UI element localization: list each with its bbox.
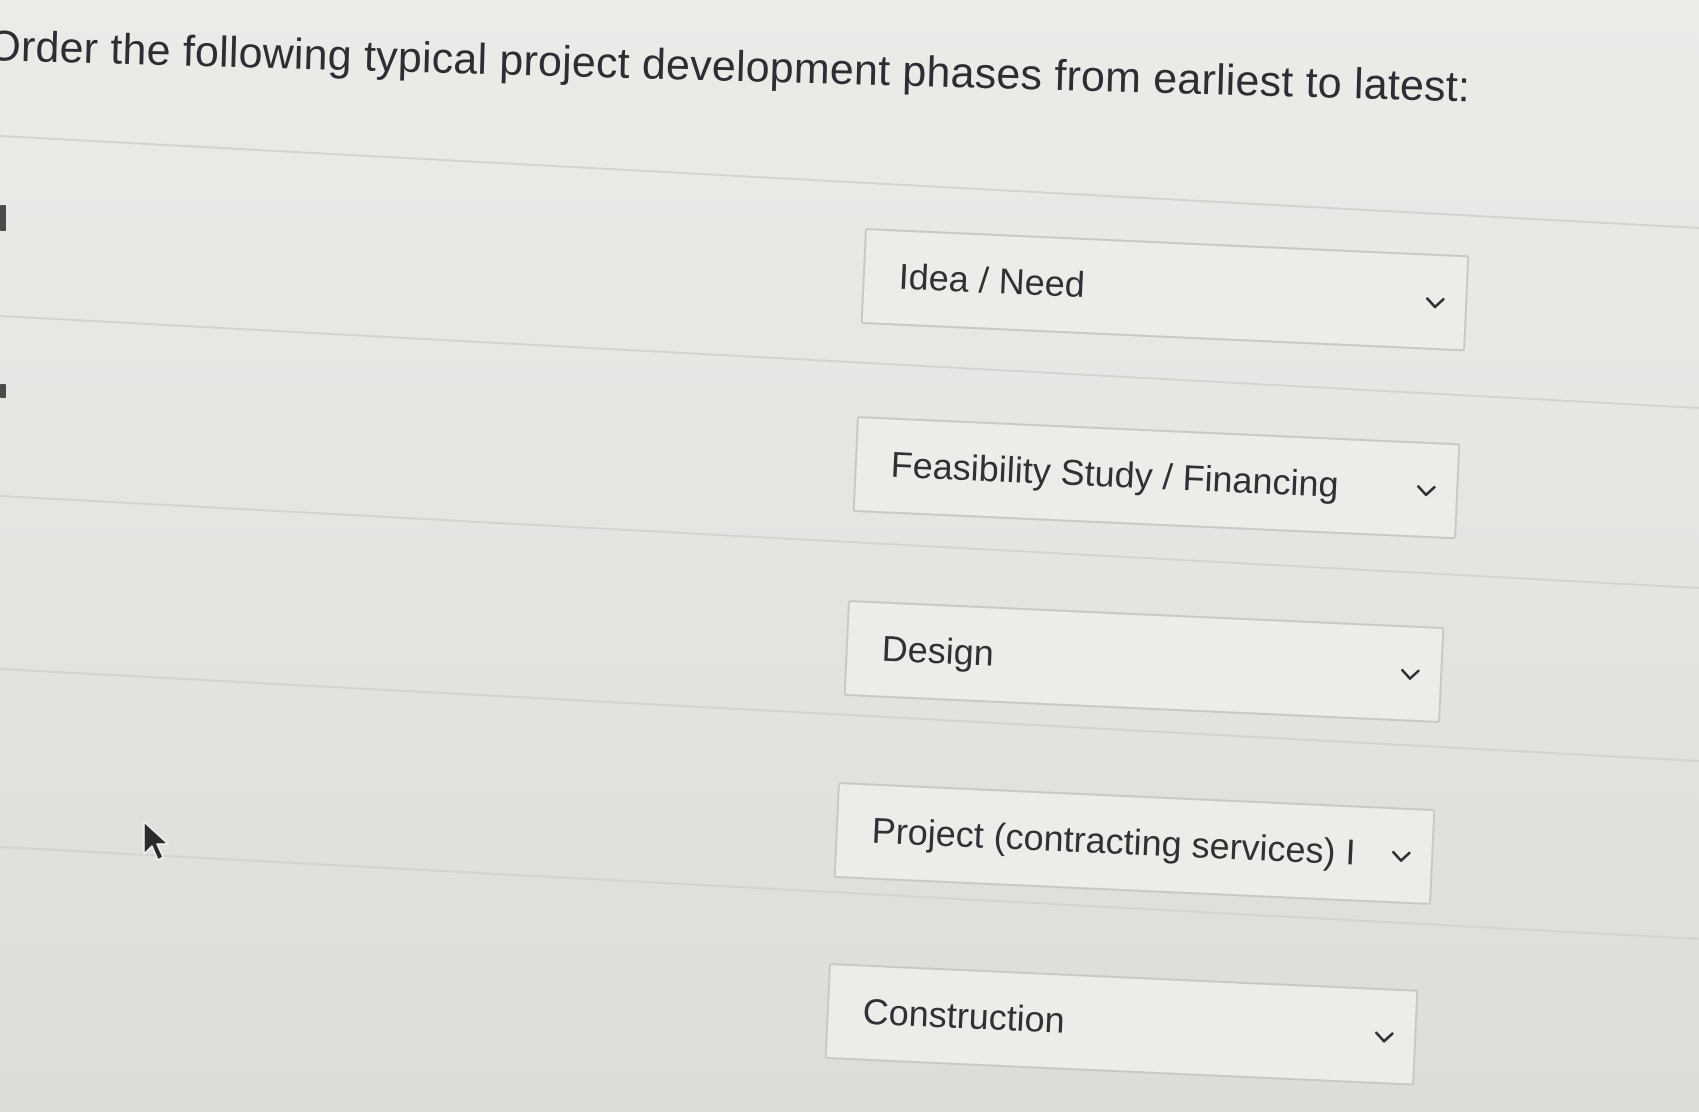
order-select-value: Project (contracting services) I bbox=[870, 809, 1357, 873]
row-divider bbox=[0, 135, 1699, 233]
order-select-1[interactable]: Idea / Need bbox=[860, 228, 1470, 352]
order-select-value: Construction bbox=[861, 990, 1066, 1041]
mouse-pointer-icon bbox=[143, 821, 169, 861]
row-number-marker bbox=[0, 205, 6, 231]
order-select-4[interactable]: Project (contracting services) I bbox=[833, 782, 1436, 906]
order-select-value: Idea / Need bbox=[897, 255, 1086, 306]
order-select-value: Design bbox=[880, 627, 995, 674]
chevron-down-icon bbox=[1417, 485, 1436, 497]
order-select-value: Feasibility Study / Financing bbox=[889, 443, 1340, 505]
chevron-down-icon bbox=[1392, 850, 1411, 862]
chevron-down-icon bbox=[1375, 1031, 1394, 1043]
chevron-down-icon bbox=[1426, 297, 1445, 309]
question-text: Order the following typical project deve… bbox=[0, 22, 1471, 112]
order-select-2[interactable]: Feasibility Study / Financing bbox=[852, 416, 1461, 540]
order-select-5[interactable]: Construction bbox=[824, 963, 1419, 1086]
row-number-marker bbox=[0, 384, 6, 398]
chevron-down-icon bbox=[1401, 668, 1420, 680]
order-select-3[interactable]: Design bbox=[843, 600, 1445, 723]
